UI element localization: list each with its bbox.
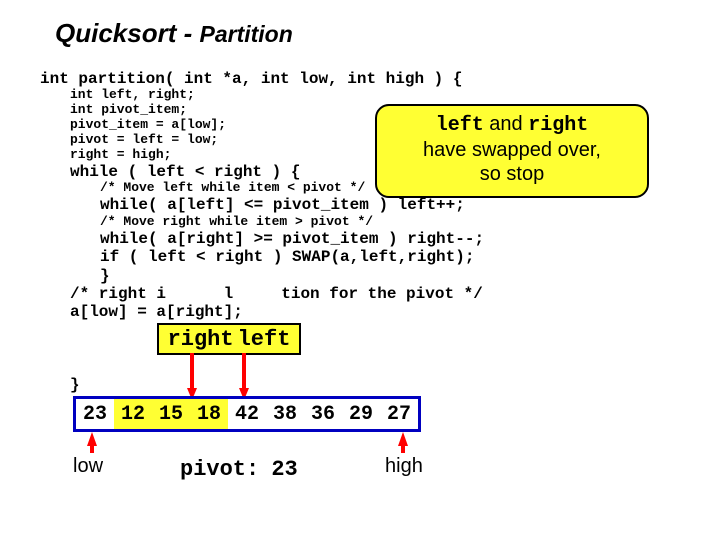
- pivot-label: pivot: 23: [180, 455, 298, 482]
- right-left-box: right left: [157, 323, 301, 355]
- callout-box: left and right have swapped over, so sto…: [375, 104, 649, 198]
- code-decl: int left, right;: [70, 88, 484, 103]
- high-label: high: [385, 455, 423, 478]
- code-brace: }: [100, 267, 484, 285]
- code-while: while( a[left] <= pivot_item ) left++;: [100, 196, 484, 214]
- code-if: if ( left < right ) SWAP(a,left,right);: [100, 248, 484, 266]
- array-cell: 42: [228, 399, 266, 429]
- low-arrow-stem: [90, 445, 94, 453]
- array-cell: 38: [266, 399, 304, 429]
- high-arrow-head: [398, 432, 408, 446]
- array-cell: 23: [76, 399, 114, 429]
- array-cell: 36: [304, 399, 342, 429]
- code-comment-pivot: /* right iright l lefttion for the pivot…: [70, 285, 484, 303]
- callout-line: so stop: [377, 162, 647, 186]
- slide-title: Quicksort - Partition: [55, 18, 293, 49]
- low-label: low: [73, 455, 103, 478]
- array-cell: 15: [152, 399, 190, 429]
- array-cell: 29: [342, 399, 380, 429]
- code-assign: a[low] = a[right];: [70, 303, 484, 321]
- title-main: Quicksort -: [55, 18, 199, 48]
- code-comment: /* Move right while item > pivot */: [100, 215, 484, 230]
- code-signature: int partition( int *a, int low, int high…: [40, 70, 484, 88]
- left-arrow-stem: [242, 353, 246, 391]
- callout-line: have swapped over,: [377, 138, 647, 162]
- array-cell: 12: [114, 399, 152, 429]
- right-arrow-stem: [190, 353, 194, 391]
- left-label: left: [238, 327, 291, 352]
- right-label: right: [168, 327, 234, 352]
- code-while: while( a[right] >= pivot_item ) right--;: [100, 230, 484, 248]
- title-sub: Partition: [199, 21, 292, 47]
- callout-line: left and right: [377, 112, 647, 138]
- code-brace: }: [70, 376, 484, 394]
- array-cell: 27: [380, 399, 418, 429]
- array-row: 23 12 15 18 42 38 36 29 27: [73, 396, 421, 432]
- array-cell: 18: [190, 399, 228, 429]
- high-arrow-stem: [401, 445, 405, 453]
- low-arrow-head: [87, 432, 97, 446]
